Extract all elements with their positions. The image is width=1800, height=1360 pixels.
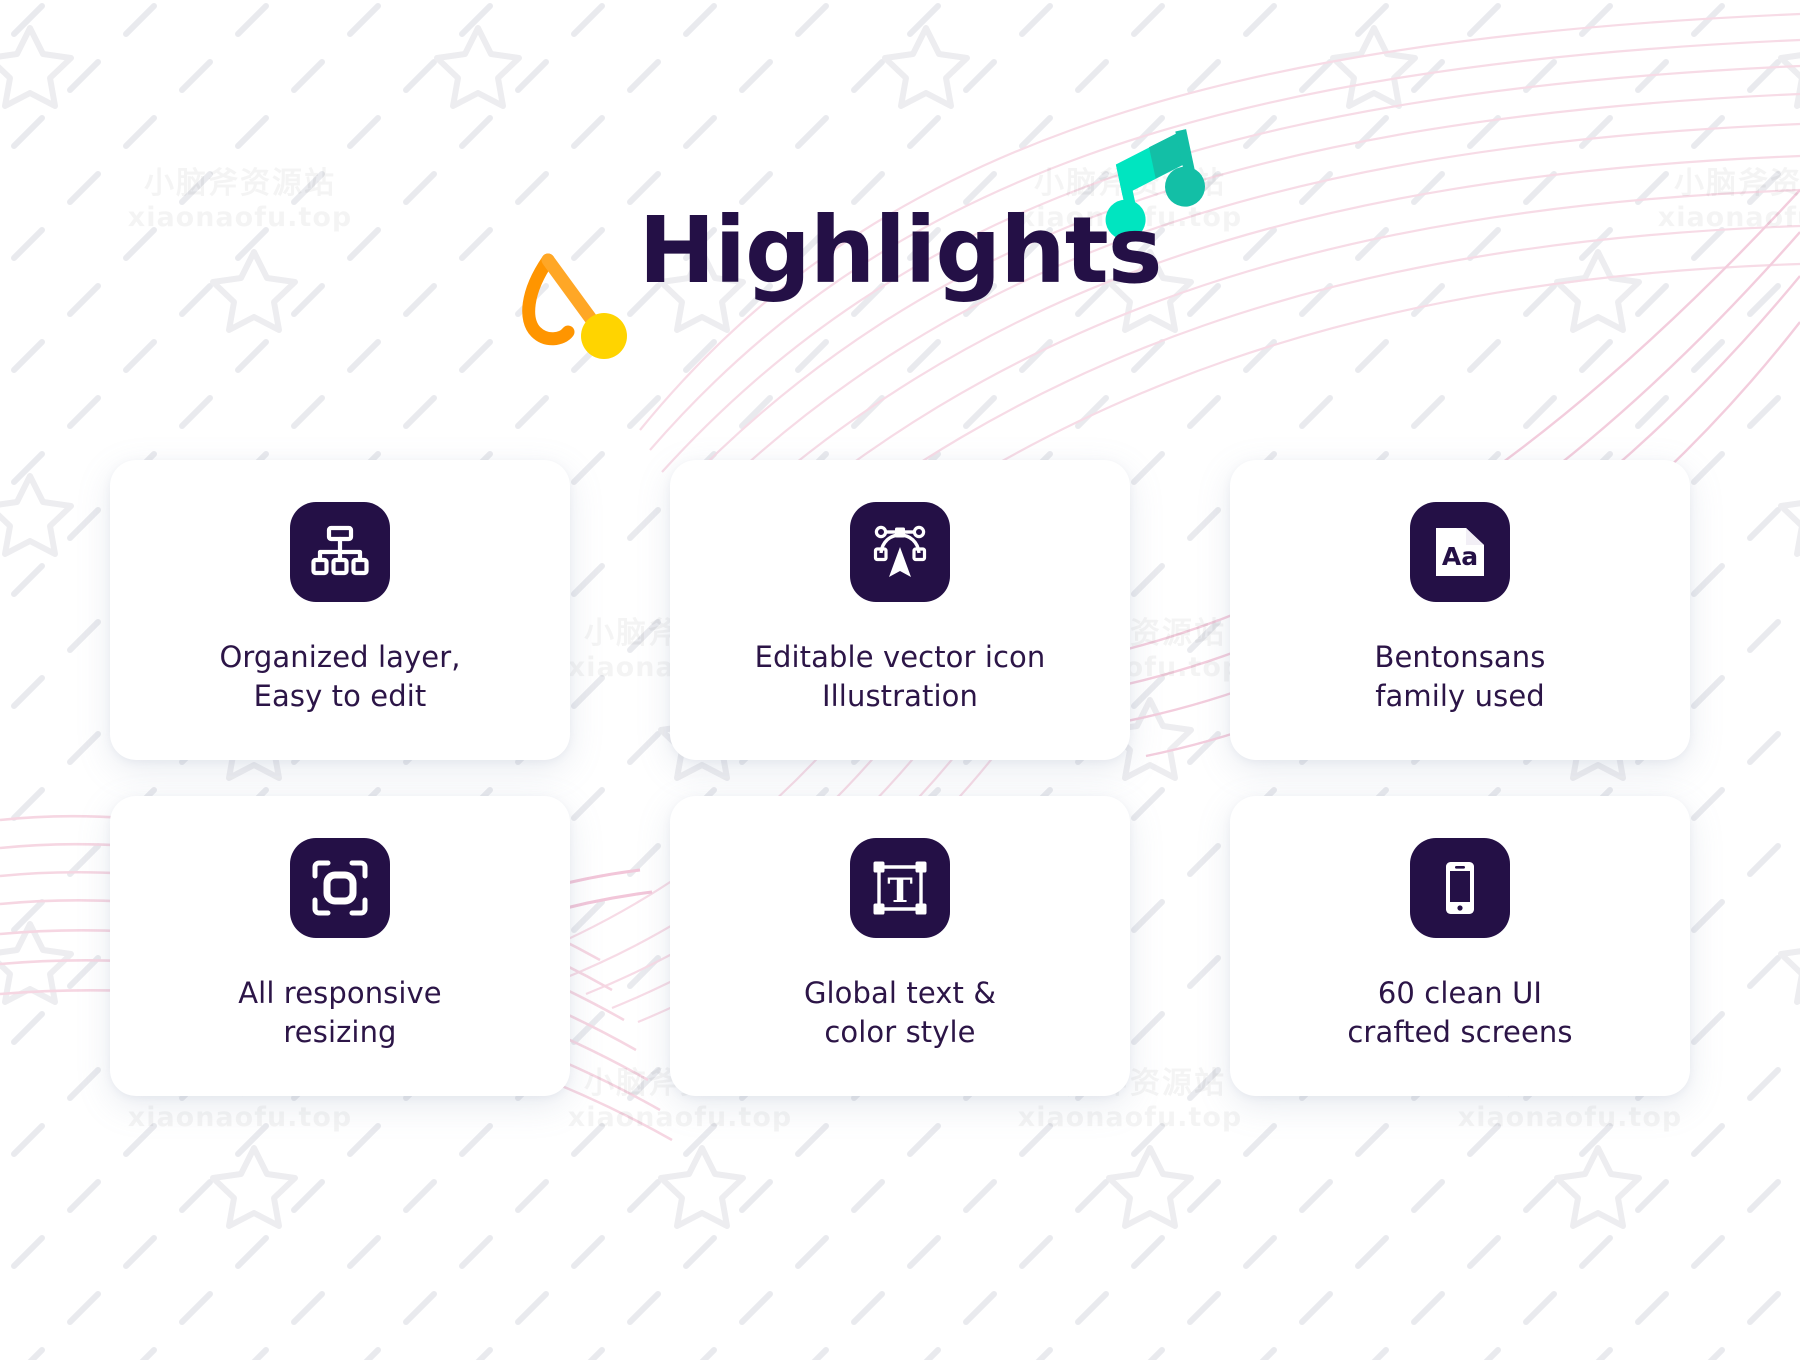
highlight-card-responsive-resizing[interactable]: All responsive resizing [110,796,570,1096]
page-title: Highlights [638,197,1162,304]
highlight-card-label: Bentonsans family used [1374,640,1546,713]
highlight-card-organized-layer[interactable]: Organized layer, Easy to edit [110,460,570,760]
highlight-card-label: Global text & color style [803,976,997,1049]
sitemap-icon [290,502,390,602]
page-header: Highlights [0,0,1800,400]
smartphone-icon [1410,838,1510,938]
responsive-resize-icon [290,838,390,938]
svg-text:Aa: Aa [1442,542,1478,571]
highlight-card-label: All responsive resizing [238,976,442,1049]
highlight-card-label: Organized layer, Easy to edit [219,640,461,713]
svg-text:T: T [887,871,912,911]
highlight-card-global-text-color[interactable]: T Global text & color style [670,796,1130,1096]
highlight-card-label: 60 clean UI crafted screens [1347,976,1573,1049]
highlight-card-editable-vector[interactable]: Editable vector icon Illustration [670,460,1130,760]
text-tool-icon: T [850,838,950,938]
highlight-card-label: Editable vector icon Illustration [754,640,1046,713]
highlight-card-bentonsans[interactable]: Aa Bentonsans family used [1230,460,1690,760]
pen-tool-icon [850,502,950,602]
font-file-icon: Aa [1410,502,1510,602]
highlight-card-clean-ui-screens[interactable]: 60 clean UI crafted screens [1230,796,1690,1096]
highlights-grid: Organized layer, Easy to edit Editable v… [110,460,1690,1096]
